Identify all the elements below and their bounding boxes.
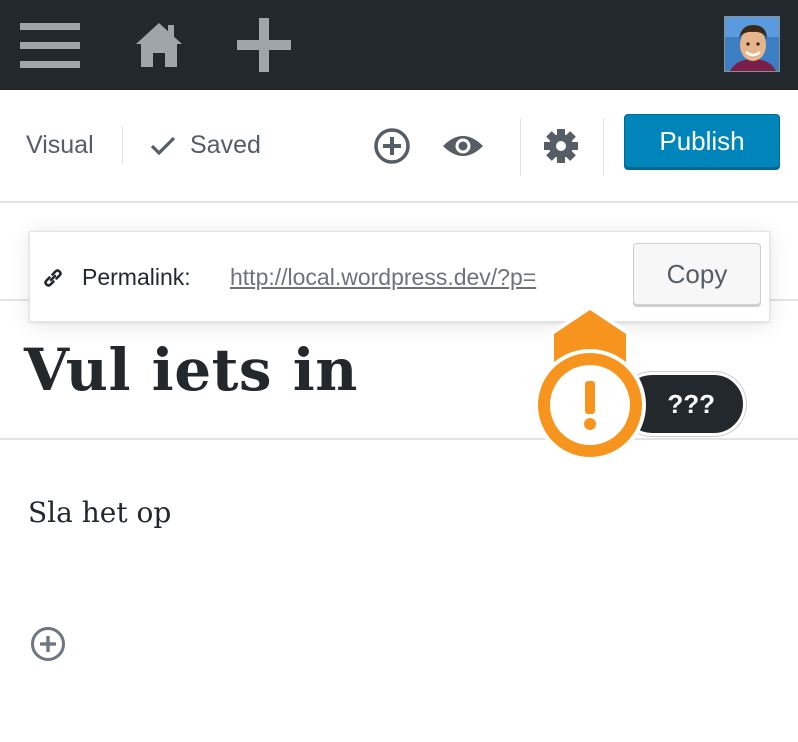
copy-button[interactable]: Copy bbox=[633, 243, 761, 305]
saved-status: Saved bbox=[150, 131, 261, 160]
home-icon[interactable] bbox=[128, 0, 190, 90]
publish-button[interactable]: Publish bbox=[624, 114, 780, 168]
settings-button[interactable] bbox=[538, 126, 584, 166]
post-title[interactable]: Vul iets in bbox=[24, 336, 358, 404]
plus-circle-icon bbox=[374, 128, 410, 164]
saved-label: Saved bbox=[190, 131, 261, 159]
editor-toolbar: Visual Saved Publish bbox=[0, 90, 798, 203]
paragraph-block[interactable]: Sla het op bbox=[28, 496, 171, 529]
eye-icon bbox=[443, 136, 483, 156]
add-block-button[interactable] bbox=[369, 126, 415, 166]
admin-bar bbox=[0, 0, 798, 90]
plus-circle-icon bbox=[31, 627, 65, 661]
title-block-bottom-border bbox=[0, 438, 798, 440]
permalink-label: Permalink: bbox=[82, 264, 191, 290]
exclamation-badge-overlay bbox=[534, 349, 646, 461]
permalink-url[interactable]: http://local.wordpress.dev/?p= bbox=[230, 264, 605, 291]
toolbar-divider bbox=[603, 118, 604, 176]
link-icon bbox=[44, 269, 62, 287]
hamburger-menu-icon[interactable] bbox=[18, 0, 82, 90]
block-inserter-button[interactable] bbox=[30, 626, 66, 667]
preview-button[interactable] bbox=[440, 126, 486, 166]
checkmark-icon bbox=[150, 136, 176, 155]
user-avatar[interactable] bbox=[724, 16, 780, 72]
visual-mode-toggle[interactable]: Visual bbox=[26, 131, 94, 160]
gear-icon bbox=[544, 129, 578, 163]
plus-icon[interactable] bbox=[232, 0, 296, 90]
toolbar-divider bbox=[122, 126, 123, 164]
toolbar-divider bbox=[520, 118, 521, 176]
permalink-panel: Permalink: http://local.wordpress.dev/?p… bbox=[29, 231, 770, 322]
